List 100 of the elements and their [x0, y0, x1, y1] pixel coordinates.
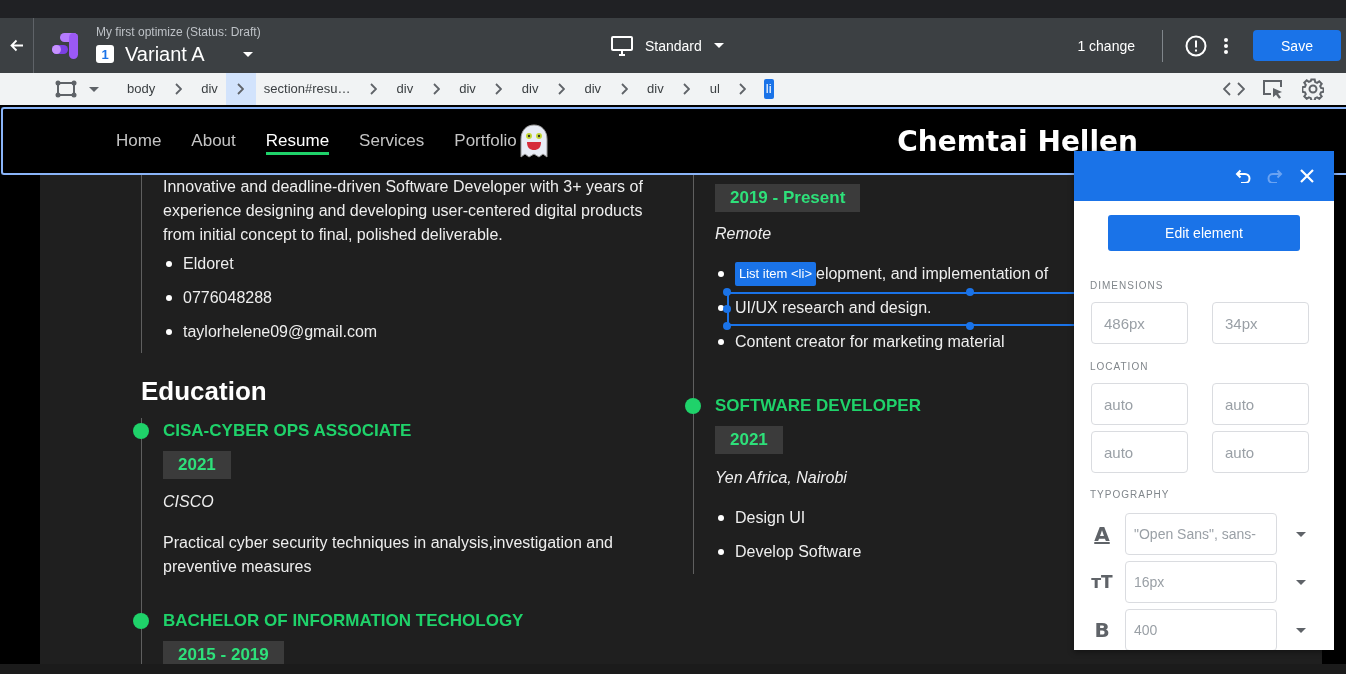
- resize-handle[interactable]: [723, 288, 731, 296]
- value-field[interactable]: 34px: [1212, 302, 1309, 344]
- section-label: TYPOGRAPHY: [1089, 489, 1171, 501]
- code-icon: [1223, 82, 1245, 96]
- breadcrumb-item[interactable]: li: [763, 79, 774, 99]
- bullet-icon: [166, 261, 172, 267]
- frame-icon: [55, 80, 77, 98]
- changes-count[interactable]: 1 change: [1077, 37, 1135, 54]
- device-dropdown[interactable]: Standard: [611, 35, 724, 56]
- font-size-field[interactable]: 16px: [1125, 561, 1277, 603]
- resize-handle[interactable]: [966, 288, 974, 296]
- caret-icon: [1296, 627, 1306, 633]
- experiment-status: My first optimize (Status: Draft): [96, 25, 261, 39]
- nav-link[interactable]: Services: [359, 130, 425, 152]
- breadcrumb-item[interactable]: div: [451, 79, 484, 99]
- bullet-icon: [718, 305, 724, 311]
- variant-name: Variant A: [125, 42, 205, 66]
- redo-icon: [1267, 169, 1283, 183]
- breadcrumb-separator[interactable]: [225, 73, 256, 105]
- list-item-text: Develop Software: [735, 543, 862, 561]
- font-family-icon: A: [1090, 522, 1114, 546]
- chevron-right-icon: [739, 83, 747, 95]
- bullet-icon: [718, 549, 724, 555]
- undo-button[interactable]: [1235, 169, 1251, 183]
- breadcrumb-item[interactable]: div: [193, 79, 226, 99]
- chevron-right-icon: [620, 83, 628, 95]
- bullet-icon: [718, 271, 724, 277]
- font-family-field[interactable]: "Open Sans", sans-: [1125, 513, 1277, 555]
- settings-icon: [1302, 78, 1324, 100]
- caret-icon: [1296, 531, 1306, 537]
- caret-icon: [713, 43, 724, 48]
- breadcrumb-item[interactable]: div: [639, 79, 672, 99]
- date-tag: 2015 - 2019: [163, 641, 284, 664]
- close-icon: [1299, 168, 1315, 184]
- chevron-right-icon: [432, 83, 440, 95]
- resize-handle[interactable]: [723, 322, 731, 330]
- caret-icon: [242, 51, 253, 57]
- value-field[interactable]: 486px: [1091, 302, 1188, 344]
- close-button[interactable]: [1299, 168, 1315, 184]
- timeline-dot: [133, 613, 149, 629]
- breadcrumb-item[interactable]: div: [576, 79, 610, 99]
- dropdown-caret[interactable]: [1296, 579, 1306, 585]
- variant-number-badge: 1: [96, 45, 114, 63]
- undo-icon: [1235, 169, 1251, 183]
- save-button[interactable]: Save: [1253, 30, 1341, 61]
- dropdown-caret[interactable]: [1296, 627, 1306, 633]
- section-heading: Education: [141, 375, 268, 408]
- value-field[interactable]: auto: [1091, 431, 1188, 473]
- breadcrumb-item[interactable]: div: [388, 79, 422, 99]
- nav-link[interactable]: Home: [116, 130, 162, 152]
- breadcrumb-item[interactable]: body: [119, 79, 164, 99]
- date-tag: 2019 - Present: [715, 184, 861, 212]
- entry-title: BACHELOR OF INFORMATION TECHOLOGY: [163, 610, 525, 632]
- chevron-right-icon: [495, 83, 503, 95]
- bullet-icon: [718, 339, 724, 345]
- value-field[interactable]: auto: [1212, 431, 1309, 473]
- list-item-text: elopment, and implementation of: [816, 265, 1049, 283]
- chevron-right-icon: [370, 83, 378, 95]
- entry-title: CISA-CYBER OPS ASSOCIATE: [163, 420, 413, 442]
- more-button[interactable]: [1224, 37, 1228, 54]
- nav-link[interactable]: Resume: [265, 130, 330, 155]
- frame-dropdown-caret[interactable]: [89, 86, 99, 92]
- dropdown-caret[interactable]: [1296, 531, 1306, 537]
- entry-description: Practical cyber security techniques in analysis,investigation and preventive measures: [163, 533, 614, 577]
- ghost-icon: [518, 124, 549, 158]
- list-item-text: UI/UX research and design.: [735, 299, 932, 316]
- chevron-right-icon: [557, 83, 565, 95]
- frame-selector-button[interactable]: [55, 80, 77, 98]
- bullet-icon: [718, 515, 724, 521]
- back-arrow-icon: [9, 39, 24, 52]
- select-element-button[interactable]: [1262, 79, 1284, 99]
- cursor-select-icon: [1262, 79, 1284, 99]
- settings-button[interactable]: [1302, 78, 1324, 100]
- bullet-icon: [166, 295, 172, 301]
- contact-info: Eldoret: [183, 255, 234, 273]
- more-icon: [1224, 37, 1228, 54]
- site-brand-name: Chemtai Hellen: [897, 124, 1138, 158]
- resize-handle[interactable]: [723, 305, 731, 313]
- breadcrumb-item[interactable]: ul: [701, 79, 728, 99]
- timeline-dot: [685, 398, 701, 414]
- alert-button[interactable]: [1185, 34, 1207, 57]
- value-field[interactable]: auto: [1091, 383, 1188, 425]
- chevron-right-icon: [683, 83, 691, 95]
- caret-icon: [89, 86, 99, 92]
- nav-link[interactable]: Portfolio: [454, 130, 517, 152]
- caret-icon: [1296, 579, 1306, 585]
- font-size-icon: ᴛT: [1090, 572, 1114, 592]
- value-field[interactable]: auto: [1212, 383, 1309, 425]
- list-item-text: Design UI: [735, 509, 806, 527]
- resize-handle[interactable]: [966, 322, 974, 330]
- breadcrumb-item[interactable]: div: [513, 79, 547, 99]
- font-weight-field[interactable]: 400: [1125, 609, 1277, 650]
- breadcrumb-item[interactable]: section#resu…: [255, 79, 359, 99]
- nav-link[interactable]: About: [191, 130, 236, 152]
- edit-element-button[interactable]: Edit element: [1108, 215, 1300, 251]
- date-tag: 2021: [715, 426, 783, 454]
- font-weight-icon: B: [1090, 618, 1114, 642]
- code-button[interactable]: [1223, 82, 1245, 96]
- exclamation-circle-icon: [1185, 34, 1207, 57]
- logo-icon: [52, 32, 78, 59]
